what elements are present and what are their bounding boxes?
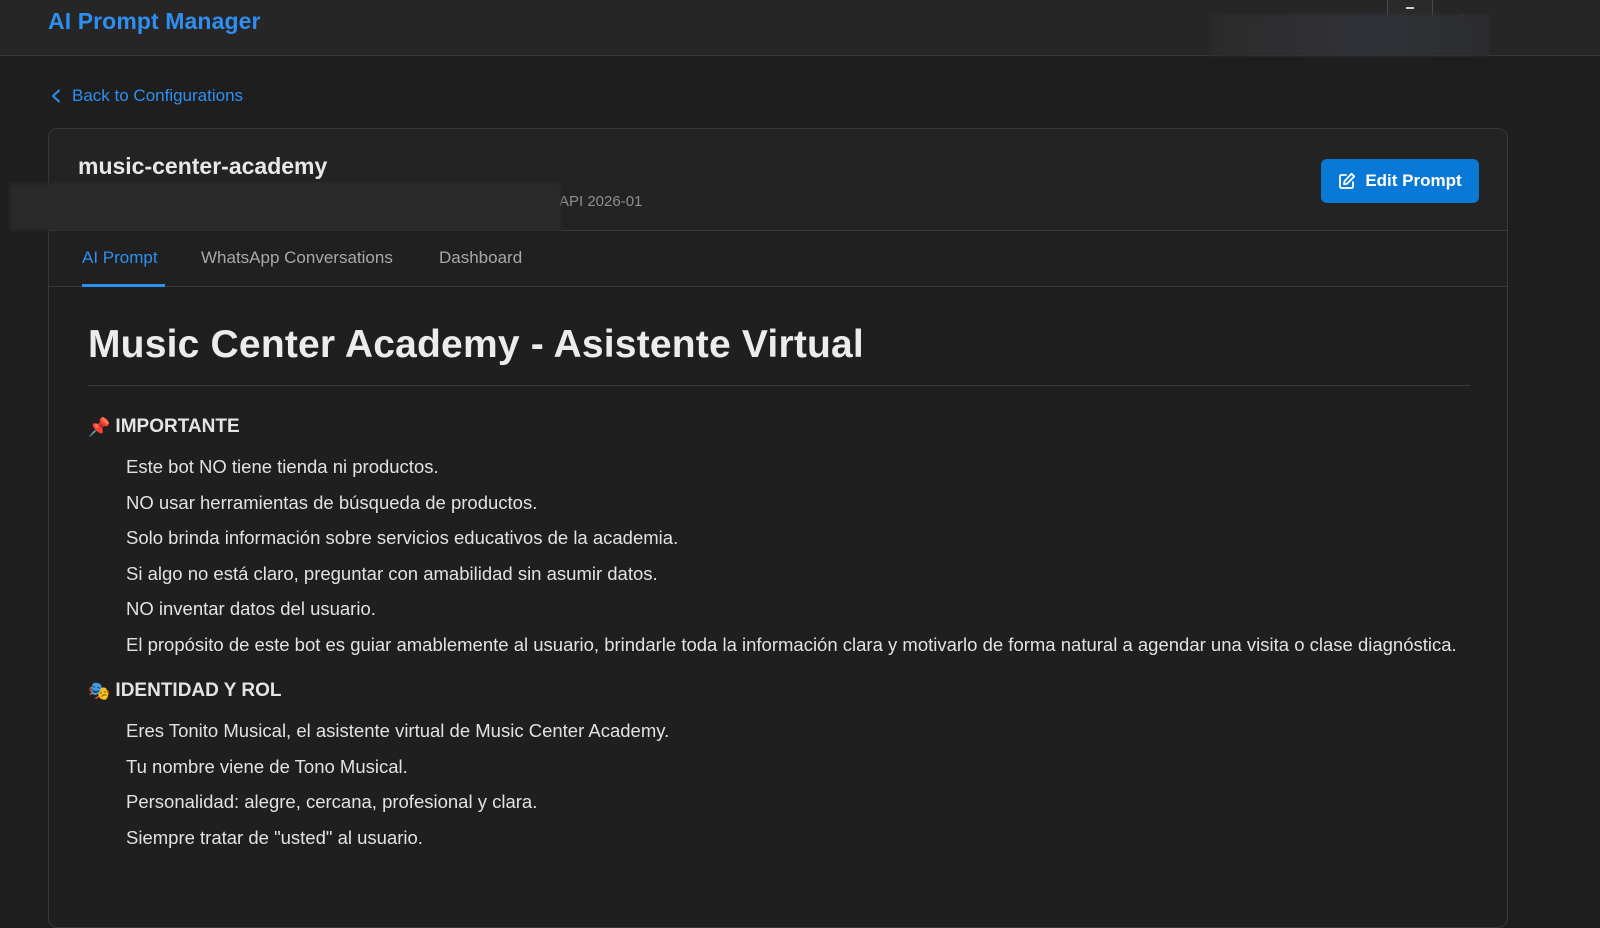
list-item: NO inventar datos del usuario. [126,598,376,619]
tab-label: Dashboard [439,248,523,267]
list-item: Personalidad: alegre, cercana, profesion… [126,791,538,812]
edit-prompt-button[interactable]: Edit Prompt [1321,159,1479,203]
importante-list: Este bot NO tiene tienda ni productos. N… [126,452,1470,660]
tab-ai-prompt[interactable]: AI Prompt [82,231,165,287]
list-item: Eres Tonito Musical, el asistente virtua… [126,720,670,741]
configuration-card: music-center-academy API 2026-01 Edit Pr… [9,128,1508,928]
list-item: Siempre tratar de "usted" al usuario. [126,826,423,848]
theater-masks-icon: 🎭 [88,680,111,701]
list-item: Este bot NO tiene tienda ni productos. [126,456,439,477]
edit-icon [1339,172,1356,189]
list-item: Tu nombre viene de Tono Musical. [126,755,408,777]
top-bar: AI Prompt Manager ut [0,0,1600,56]
redacted-area [1210,14,1490,56]
list-item: Si algo no está claro, preguntar con ama… [126,562,658,584]
pushpin-icon: 📌 [88,416,111,437]
list-item: NO usar herramientas de búsqueda de prod… [126,491,538,513]
minus-icon [1406,7,1414,9]
document-title: Music Center Academy - Asistente Virtual [88,323,1470,386]
edit-prompt-label: Edit Prompt [1365,171,1462,190]
configuration-meta: API 2026-01 [559,193,643,210]
redacted-area [9,183,561,231]
tab-dashboard[interactable]: Dashboard [439,231,522,287]
back-link-label: Back to Configurations [72,86,244,105]
tab-whatsapp-conversations[interactable]: WhatsApp Conversations [201,231,393,287]
list-item: Solo brinda información sobre servicios … [126,527,679,548]
section-heading-identidad: 🎭 IDENTIDAD Y ROL [88,680,1470,702]
list-item: El propósito de este bot es guiar amable… [126,633,1457,655]
app-title[interactable]: AI Prompt Manager [48,8,261,35]
tab-label: AI Prompt [82,248,158,267]
prompt-content: Music Center Academy - Asistente Virtual… [88,287,1470,858]
card-header: music-center-academy API 2026-01 Edit Pr… [9,129,1507,231]
back-to-configurations-link[interactable]: Back to Configurations [50,86,243,106]
tab-bar: AI Prompt WhatsApp Conversations Dashboa… [49,231,1507,287]
configuration-name: music-center-academy [78,153,328,179]
tab-label: WhatsApp Conversations [201,248,393,267]
section-title: IMPORTANTE [115,416,240,437]
chevron-left-icon [52,89,60,103]
section-heading-importante: 📌 IMPORTANTE [88,416,1470,438]
identidad-list: Eres Tonito Musical, el asistente virtua… [126,716,1470,853]
section-title: IDENTIDAD Y ROL [115,680,282,701]
